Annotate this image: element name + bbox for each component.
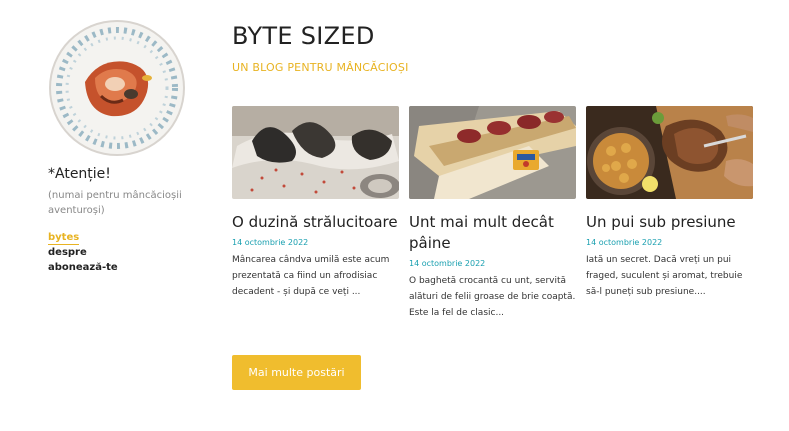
site-title: BYTE SIZED <box>232 22 375 50</box>
post-card[interactable]: O duzină strălucitoare 14 octombrie 2022… <box>232 106 399 300</box>
post-title[interactable]: Un pui sub presiune <box>586 212 753 233</box>
post-date: 14 octombrie 2022 <box>232 238 309 247</box>
sidebar-warning-subtitle: (numai pentru mâncăcioșii aventuroși) <box>48 190 182 216</box>
more-posts-button[interactable]: Mai multe postări <box>232 355 361 390</box>
sidebar-nav: bytes despre abonează-te <box>48 230 118 275</box>
post-thumbnail-chicken[interactable] <box>586 106 753 199</box>
post-title[interactable]: O duzină strălucitoare <box>232 212 399 233</box>
post-date: 14 octombrie 2022 <box>409 259 486 268</box>
sidebar-warning-title: *Atenție! <box>48 166 111 182</box>
post-thumbnail-oysters[interactable] <box>232 106 399 199</box>
nav-item-bytes[interactable]: bytes <box>48 230 118 245</box>
post-excerpt: Mâncarea cândva umilă este acum prezenta… <box>232 255 390 297</box>
post-card[interactable]: Un pui sub presiune 14 octombrie 2022 Ia… <box>586 106 753 300</box>
nav-item-aboneaza[interactable]: abonează-te <box>48 260 118 275</box>
post-title[interactable]: Unt mai mult decât pâine <box>409 212 576 254</box>
post-thumbnail-baguette[interactable] <box>409 106 576 199</box>
nav-item-label: bytes <box>48 232 80 245</box>
post-card[interactable]: Unt mai mult decât pâine 14 octombrie 20… <box>409 106 576 321</box>
avatar <box>49 20 185 156</box>
site-tagline: UN BLOG PENTRU MÂNCĂCIOȘI <box>232 61 409 74</box>
post-excerpt: Iată un secret. Dacă vreți un pui fraged… <box>586 255 743 297</box>
nav-item-despre[interactable]: despre <box>48 245 118 260</box>
post-date: 14 octombrie 2022 <box>586 238 663 247</box>
post-excerpt: O baghetă crocantă cu unt, servită alătu… <box>409 276 576 318</box>
